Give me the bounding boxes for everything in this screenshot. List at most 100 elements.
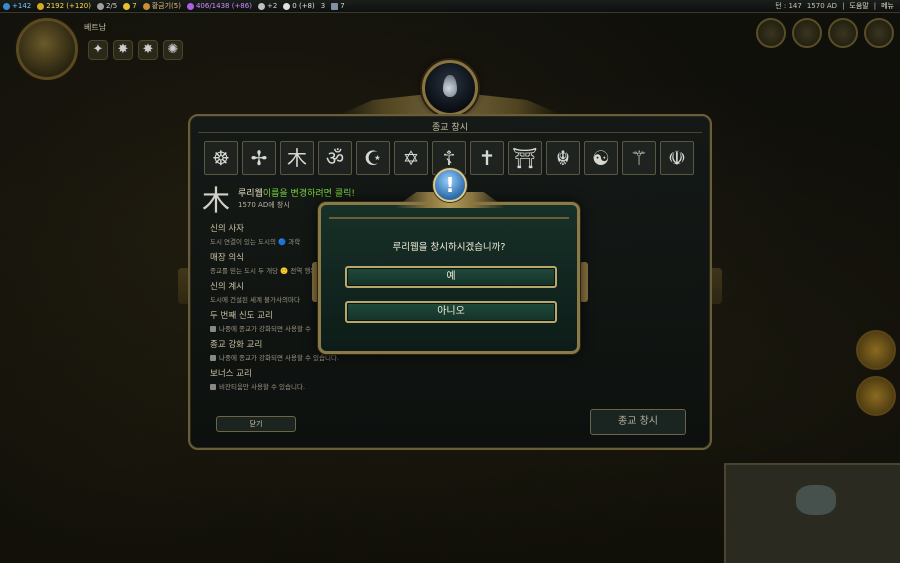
- exclamation-icon: !: [433, 168, 467, 202]
- selected-religion-icon: 木: [202, 184, 231, 217]
- advisor-button[interactable]: [756, 18, 786, 48]
- culture-icon: [186, 2, 194, 10]
- help-button[interactable]: 도움말: [849, 0, 868, 13]
- lock-icon: [210, 355, 216, 361]
- belief-slot-follower[interactable]: 신의 계시 도시에 건설된 세계 불가사의마다: [210, 280, 300, 304]
- side-notification-stack: [856, 330, 896, 416]
- trade-routes-stat[interactable]: 2/5: [96, 0, 118, 13]
- belief-slot-second-follower: 두 번째 신도 교리 나중에 종교가 강화되면 사용할 수: [210, 309, 311, 333]
- leader-portrait[interactable]: [16, 18, 78, 80]
- bonus-icon[interactable]: ✸: [113, 40, 133, 60]
- rename-hint: 이름을 변경하려면 클릭!: [262, 189, 355, 199]
- belief-desc: 비잔티움만 사용할 수 있습니다.: [210, 381, 305, 391]
- notification-icon[interactable]: [856, 330, 896, 370]
- advisor-button[interactable]: [828, 18, 858, 48]
- bonus-icon[interactable]: ✺: [163, 40, 183, 60]
- belief-title: 신의 사자: [210, 224, 244, 234]
- happiness-stat[interactable]: 7: [123, 0, 137, 13]
- top-resource-bar: +142 2192 (+120) 2/5 7 황금기(5) 406/1438 (…: [0, 0, 900, 13]
- confirm-dialog: 루리웹을 창시하시겠습니까? 예 아니오: [318, 202, 580, 354]
- religion-icon-om[interactable]: ॐ: [318, 141, 352, 175]
- faith-stat[interactable]: 0 (+8): [283, 0, 315, 13]
- separator: |: [842, 2, 845, 10]
- golden-age-stat[interactable]: 황금기(5): [142, 0, 181, 13]
- science-value: +142: [12, 1, 32, 10]
- great-people-stat[interactable]: 7: [331, 0, 345, 13]
- happiness-value: 7: [132, 1, 137, 10]
- corner-advisor-buttons: [756, 18, 894, 48]
- religion-emblem-icon: [422, 60, 478, 116]
- faith-value: 0 (+8): [292, 1, 315, 10]
- belief-title: 신의 계시: [210, 282, 244, 292]
- separator: |: [873, 2, 877, 10]
- belief-slot-pantheon[interactable]: 매장 의식 종교를 믿는 도시 두 개당 🙂 전역 행복: [210, 251, 316, 275]
- culture-value: 406/1438 (+86): [195, 1, 252, 10]
- religion-icon-yin-yang[interactable]: ☯: [584, 141, 618, 175]
- turn-counter: 턴 : 147: [775, 2, 802, 10]
- belief-desc: 나중에 종교가 강화되면 사용할 수: [210, 323, 311, 333]
- belief-desc: 도시 연결이 있는 도시의 🔵 과학: [210, 238, 301, 246]
- belief-desc: 도시에 건설된 세계 불가사의마다: [210, 296, 300, 304]
- civ-bonus-icons: ✦ ✸ ✸ ✺: [88, 40, 183, 60]
- belief-desc: 종교를 믿는 도시 두 개당 🙂 전역 행복: [210, 267, 317, 275]
- religion-icon-torii[interactable]: ⛩: [508, 141, 542, 175]
- lock-icon: [210, 326, 216, 332]
- bonus-icon[interactable]: ✸: [138, 40, 158, 60]
- religion-icon-cross[interactable]: ✢: [242, 141, 276, 175]
- golden-age-value: 황금기(5): [151, 1, 181, 10]
- advisor-button[interactable]: [792, 18, 822, 48]
- happiness-icon: [123, 2, 131, 10]
- gold-stat[interactable]: 2192 (+120): [37, 0, 91, 13]
- belief-title: 보너스 교리: [210, 369, 252, 379]
- great-people-icon: [331, 2, 339, 10]
- title-divider: [198, 132, 702, 133]
- faith2-value: 3: [320, 1, 326, 10]
- notification-icon[interactable]: [856, 376, 896, 416]
- trade-value: 2/5: [105, 1, 118, 10]
- faith2-stat[interactable]: 3: [321, 0, 325, 13]
- religion-icon-khanda[interactable]: ☬: [546, 141, 580, 175]
- bonus-icon[interactable]: ✦: [88, 40, 108, 60]
- year-label: 1570 AD: [806, 2, 838, 10]
- civ-name: 베트남: [84, 23, 107, 32]
- belief-slot-bonus: 보너스 교리 비잔티움만 사용할 수 있습니다.: [210, 367, 305, 391]
- advisor-button[interactable]: [864, 18, 894, 48]
- gold-icon: [37, 2, 45, 10]
- religion-icon-crescent[interactable]: ☪: [356, 141, 390, 175]
- gold-value: 2192 (+120): [46, 1, 91, 10]
- found-religion-button[interactable]: 종교 창시: [590, 409, 686, 435]
- confirm-no-button[interactable]: 아니오: [345, 301, 557, 323]
- religion-name: 루리웹: [238, 189, 263, 199]
- menu-button[interactable]: 메뉴: [881, 0, 894, 13]
- science-icon: [3, 2, 10, 10]
- belief-desc-text: 비잔티움만 사용할 수 있습니다.: [219, 383, 306, 391]
- religion-icon-tengri[interactable]: ⚚: [622, 141, 656, 175]
- golden-age-icon: [142, 2, 150, 10]
- tourism-stat[interactable]: +2: [257, 0, 278, 13]
- culture-stat[interactable]: 406/1438 (+86): [186, 0, 252, 13]
- religion-icon-latin-cross[interactable]: ✝: [470, 141, 504, 175]
- trade-icon: [96, 2, 104, 10]
- dialog-top-trim: [329, 217, 569, 219]
- lock-icon: [210, 384, 216, 390]
- belief-desc: 나중에 종교가 강화되면 사용할 수 있습니다.: [210, 352, 339, 362]
- tourism-value: +2: [266, 1, 278, 10]
- religion-icon-tree[interactable]: 木: [280, 141, 314, 175]
- confirm-yes-button[interactable]: 예: [345, 266, 557, 288]
- dialog-side-ornament: [580, 262, 588, 302]
- top-right-info: 턴 : 147 1570 AD | 도움말 | 메뉴: [775, 0, 894, 13]
- belief-desc-text: 나중에 종교가 강화되면 사용할 수 있습니다.: [219, 354, 340, 362]
- great-people-value: 7: [340, 1, 345, 10]
- minimap[interactable]: [724, 463, 900, 563]
- science-stat[interactable]: +142: [3, 0, 31, 13]
- tourism-icon: [257, 2, 265, 10]
- religion-icon-buddhism[interactable]: ☸: [204, 141, 238, 175]
- religion-name-field[interactable]: 루리웹이름을 변경하려면 클릭!: [238, 186, 355, 199]
- close-button[interactable]: 닫기: [216, 416, 296, 432]
- faith-icon: [283, 2, 291, 10]
- religion-icon-zoroastrian[interactable]: ☫: [660, 141, 694, 175]
- belief-slot-founder[interactable]: 신의 사자 도시 연결이 있는 도시의 🔵 과학: [210, 222, 300, 246]
- religion-icon-star-of-david[interactable]: ✡: [394, 141, 428, 175]
- belief-title: 두 번째 신도 교리: [210, 311, 273, 321]
- confirm-message: 루리웹을 창시하시겠습니까?: [392, 242, 506, 253]
